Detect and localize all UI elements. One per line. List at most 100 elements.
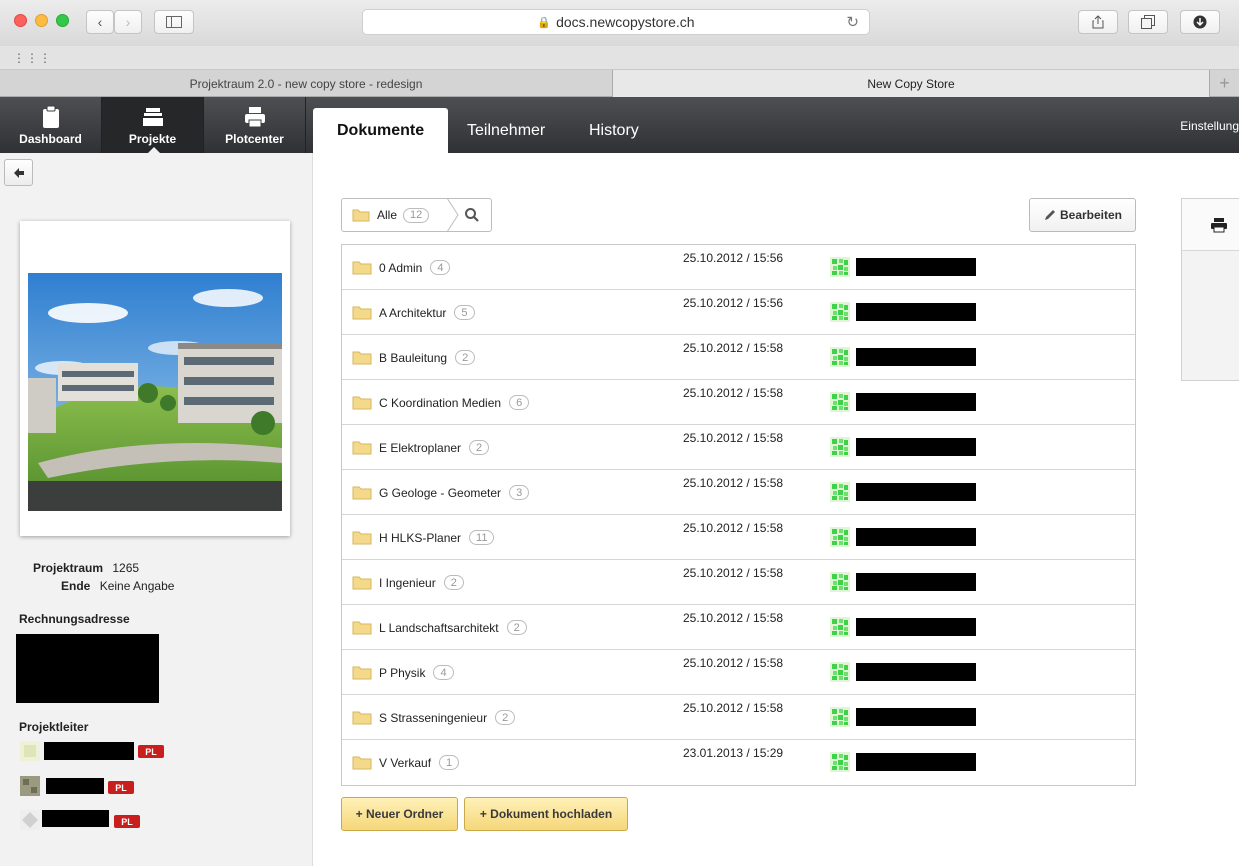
folder-count-badge: 2: [455, 350, 476, 365]
minimize-window-button[interactable]: [35, 14, 48, 27]
reload-icon[interactable]: ↻: [846, 13, 859, 31]
chevron-left-icon: ‹: [97, 14, 103, 30]
table-row[interactable]: I Ingenieur 2 25.10.2012 / 15:58: [342, 560, 1135, 605]
new-tab-button[interactable]: +: [1209, 70, 1239, 97]
owner-avatar: [830, 572, 850, 592]
printer-icon: [1211, 217, 1227, 232]
project-end-value: Keine Angabe: [99, 579, 175, 593]
folder-name[interactable]: H HLKS-Planer 11: [379, 530, 495, 545]
tray-icon: [142, 108, 163, 126]
owner-avatar: [830, 392, 850, 412]
table-row[interactable]: C Koordination Medien 6 25.10.2012 / 15:…: [342, 380, 1135, 425]
owner-avatar: [830, 707, 850, 727]
nav-dashboard[interactable]: Dashboard: [0, 97, 102, 153]
settings-link[interactable]: Einstellung: [1180, 119, 1239, 133]
folder-count-badge: 3: [509, 485, 530, 500]
tab-dokumente[interactable]: Dokumente: [313, 108, 449, 153]
billing-address-label: Rechnungsadresse: [19, 612, 130, 626]
folder-date: 25.10.2012 / 15:58: [683, 431, 784, 445]
table-row[interactable]: L Landschaftsarchitekt 2 25.10.2012 / 15…: [342, 605, 1135, 650]
close-window-button[interactable]: [14, 14, 27, 27]
owner-name-redacted: [856, 393, 976, 411]
project-photo-frame: [20, 221, 290, 536]
table-row[interactable]: P Physik 4 25.10.2012 / 15:58: [342, 650, 1135, 695]
table-row[interactable]: V Verkauf 1 23.01.2013 / 15:29: [342, 740, 1135, 785]
folder-name[interactable]: V Verkauf 1: [379, 755, 460, 770]
leader-name-redacted: [42, 810, 109, 827]
nav-projekte[interactable]: Projekte: [102, 97, 204, 153]
folder-icon: [352, 441, 372, 455]
plot-side-card-header[interactable]: [1182, 199, 1239, 251]
folder-icon: [352, 576, 372, 590]
folder-name-label: C Koordination Medien: [379, 395, 502, 410]
folder-name-label: L Landschaftsarchitekt: [379, 620, 499, 635]
tab-history[interactable]: History: [589, 108, 639, 153]
printer-icon: [244, 107, 265, 128]
folder-name[interactable]: B Bauleitung 2: [379, 350, 476, 365]
folder-count-badge: 11: [469, 530, 495, 545]
tabs-overview-button[interactable]: [1128, 10, 1168, 34]
folder-name[interactable]: L Landschaftsarchitekt 2: [379, 620, 527, 635]
edit-button[interactable]: Bearbeiten: [1029, 198, 1136, 232]
folder-name-label: B Bauleitung: [379, 350, 448, 365]
folder-name-label: A Architektur: [379, 305, 447, 320]
lock-icon: 🔒: [537, 16, 552, 29]
folder-count-badge: 4: [433, 665, 454, 680]
owner-avatar: [830, 482, 850, 502]
tab-teilnehmer[interactable]: Teilnehmer: [467, 108, 545, 153]
project-photo: [28, 273, 282, 511]
nav-plotcenter[interactable]: Plotcenter: [204, 97, 306, 153]
folder-name[interactable]: I Ingenieur 2: [379, 575, 464, 590]
folder-name[interactable]: S Strasseningenieur 2: [379, 710, 516, 725]
project-room-row: Projektraum 1265: [33, 561, 139, 575]
search-icon[interactable]: [464, 207, 480, 223]
folder-count-badge: 2: [495, 710, 516, 725]
grid-icon[interactable]: ⋮⋮⋮: [13, 51, 52, 65]
folder-name[interactable]: A Architektur 5: [379, 305, 475, 320]
table-row[interactable]: 0 Admin 4 25.10.2012 / 15:56: [342, 245, 1135, 290]
folder-table: 0 Admin 4 25.10.2012 / 15:56 A Architekt…: [341, 244, 1136, 786]
table-row[interactable]: H HLKS-Planer 11 25.10.2012 / 15:58: [342, 515, 1135, 560]
sidebar-toggle-button[interactable]: [154, 10, 194, 34]
folder-icon: [352, 396, 372, 410]
url-text: docs.newcopystore.ch: [556, 14, 695, 30]
folder-date: 25.10.2012 / 15:58: [683, 656, 784, 670]
folder-name-label: I Ingenieur: [379, 575, 436, 590]
folder-name[interactable]: 0 Admin 4: [379, 260, 451, 275]
share-button[interactable]: [1078, 10, 1118, 34]
clipboard-icon: [42, 105, 59, 128]
zoom-window-button[interactable]: [56, 14, 69, 27]
table-row[interactable]: E Elektroplaner 2 25.10.2012 / 15:58: [342, 425, 1135, 470]
owner-avatar: [830, 437, 850, 457]
browser-tab-newcopystore[interactable]: New Copy Store: [613, 70, 1209, 97]
upload-document-button[interactable]: + Dokument hochladen: [464, 797, 628, 831]
folder-icon: [352, 711, 372, 725]
project-room-label: Projektraum: [33, 561, 104, 575]
table-row[interactable]: A Architektur 5 25.10.2012 / 15:56: [342, 290, 1135, 335]
folder-name[interactable]: C Koordination Medien 6: [379, 395, 530, 410]
browser-tab-projektraum[interactable]: Projektraum 2.0 - new copy store - redes…: [0, 70, 613, 97]
owner-name-redacted: [856, 528, 976, 546]
folder-count-badge: 6: [509, 395, 530, 410]
total-count-badge: 12: [403, 207, 430, 223]
address-bar[interactable]: 🔒 docs.newcopystore.ch ↻: [362, 9, 870, 35]
tabs-icon: [1141, 15, 1155, 29]
leader-avatar: [20, 810, 40, 830]
folder-count-badge: 1: [439, 755, 460, 770]
table-row[interactable]: B Bauleitung 2 25.10.2012 / 15:58: [342, 335, 1135, 380]
browser-titlebar: ‹ › 🔒 docs.newcopystore.ch ↻: [0, 0, 1239, 46]
owner-avatar: [830, 527, 850, 547]
table-row[interactable]: S Strasseningenieur 2 25.10.2012 / 15:58: [342, 695, 1135, 740]
forward-nav-button[interactable]: ›: [114, 10, 142, 34]
downloads-button[interactable]: [1180, 10, 1220, 34]
back-nav-button[interactable]: ‹: [86, 10, 114, 34]
new-folder-button[interactable]: + Neuer Ordner: [341, 797, 458, 831]
breadcrumb-all[interactable]: Alle 12: [342, 199, 430, 231]
folder-name[interactable]: P Physik 4: [379, 665, 454, 680]
folder-name-label: S Strasseningenieur: [379, 710, 488, 725]
owner-avatar: [830, 752, 850, 772]
folder-name[interactable]: E Elektroplaner 2: [379, 440, 490, 455]
table-row[interactable]: G Geologe - Geometer 3 25.10.2012 / 15:5…: [342, 470, 1135, 515]
back-button[interactable]: [4, 159, 33, 186]
folder-name[interactable]: G Geologe - Geometer 3: [379, 485, 530, 500]
